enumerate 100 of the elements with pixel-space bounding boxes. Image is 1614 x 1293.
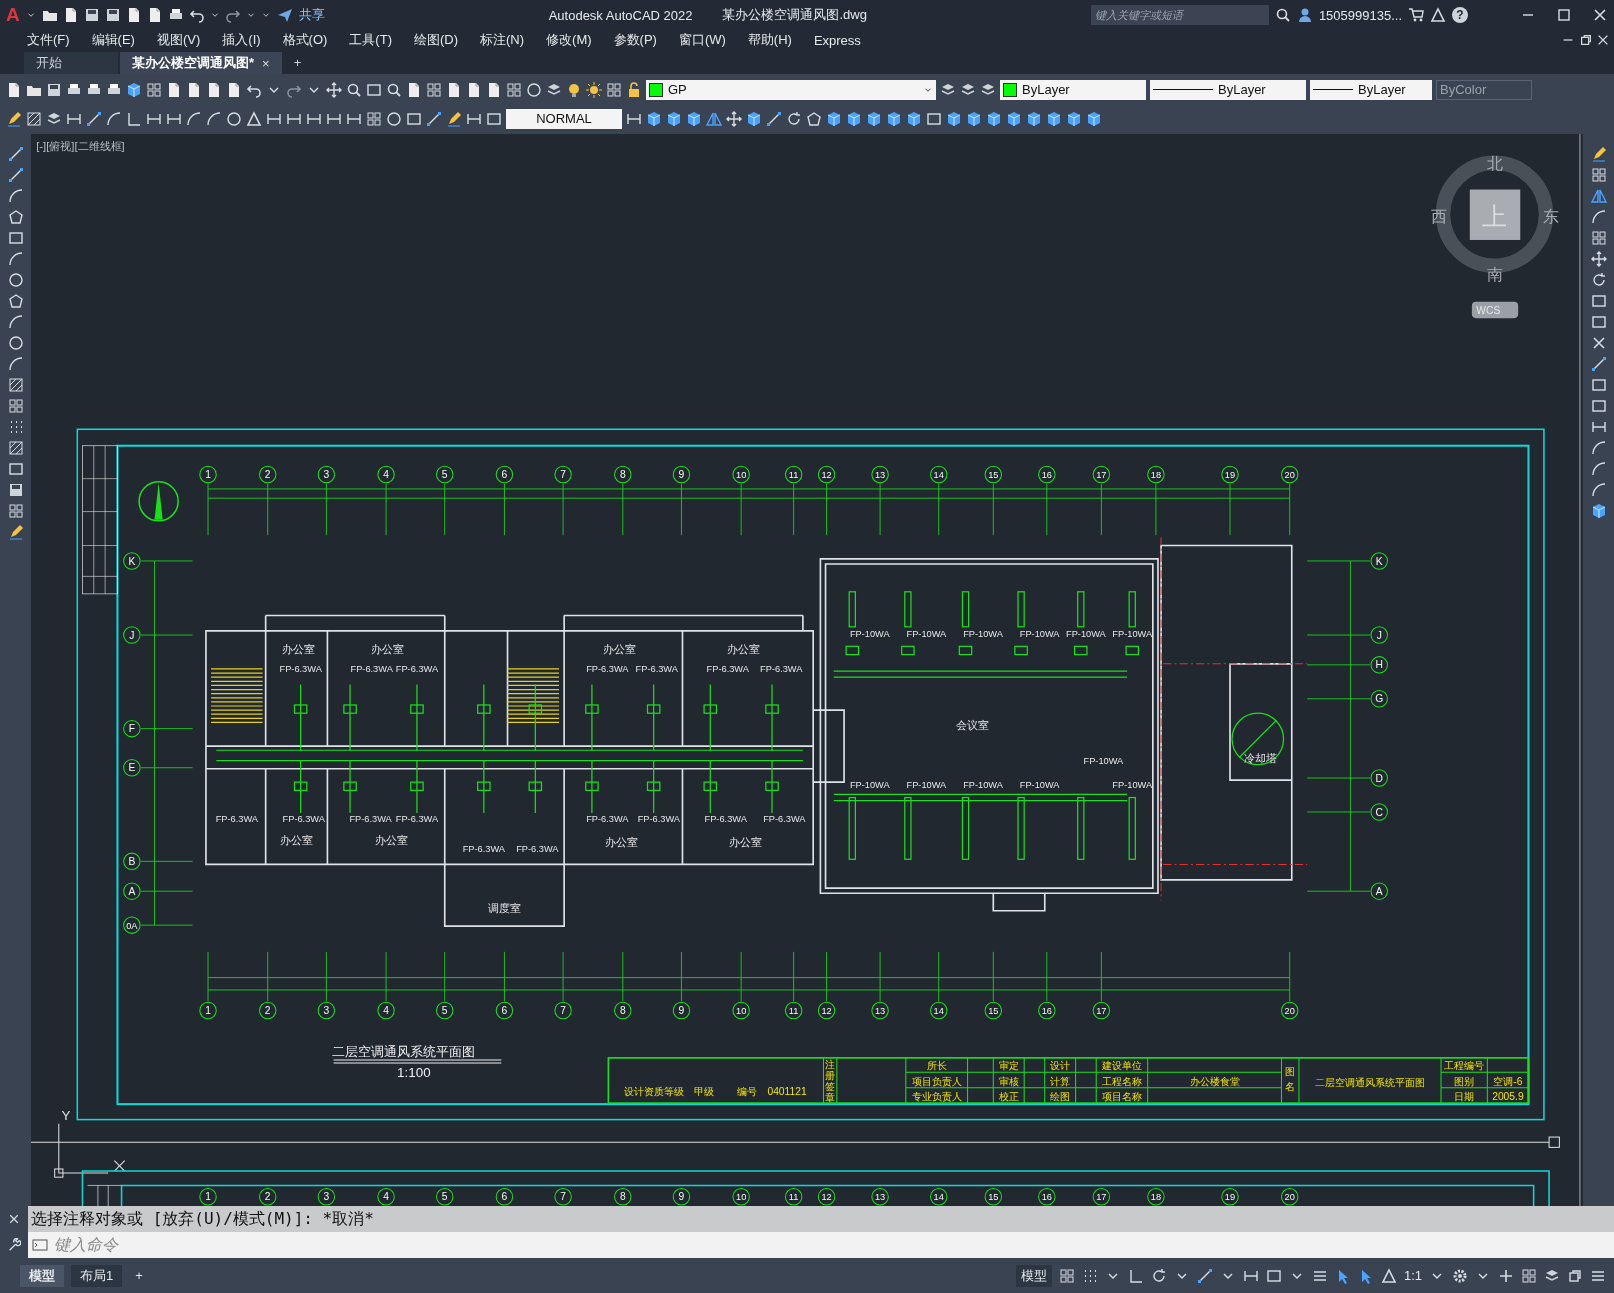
ortho-icon[interactable] [126, 110, 142, 127]
rect-icon[interactable] [7, 461, 24, 477]
layout-tab[interactable]: 布局1 [71, 1264, 123, 1287]
rect-icon[interactable] [1265, 1267, 1282, 1284]
pencil-icon[interactable] [7, 524, 24, 540]
model-space-button[interactable]: 模型 [1015, 1264, 1052, 1287]
rect-icon[interactable] [926, 110, 942, 127]
restore-icon[interactable] [1578, 33, 1593, 47]
doc-icon[interactable] [166, 81, 182, 98]
cube-icon[interactable] [966, 110, 982, 127]
layer-icon[interactable] [1544, 1267, 1560, 1284]
grid-icon[interactable] [7, 398, 24, 414]
cube-icon[interactable] [886, 110, 902, 127]
layer-icon[interactable] [546, 81, 562, 98]
grid-icon[interactable] [426, 81, 442, 98]
cube-icon[interactable] [126, 81, 142, 98]
rect-icon[interactable] [1590, 377, 1607, 393]
dim-icon[interactable] [1590, 419, 1607, 435]
cube-icon[interactable] [1590, 503, 1607, 519]
user-name[interactable]: 1505999135... [1318, 7, 1402, 23]
cube-icon[interactable] [866, 110, 882, 127]
triangle-icon[interactable] [1430, 7, 1446, 23]
circle-icon[interactable] [7, 272, 24, 288]
arc-icon[interactable] [1590, 482, 1607, 498]
search-icon[interactable] [386, 81, 402, 98]
grid-icon[interactable] [506, 81, 522, 98]
arc-icon[interactable] [7, 356, 24, 372]
arc-icon[interactable] [7, 188, 24, 204]
circle-icon[interactable] [526, 81, 542, 98]
doc-icon[interactable] [446, 81, 462, 98]
triangle-icon[interactable] [1380, 1267, 1397, 1284]
plus-icon[interactable] [1498, 1267, 1514, 1284]
close-icon[interactable] [1590, 335, 1607, 351]
menu-item[interactable]: 插入(I) [211, 31, 272, 49]
line-icon[interactable] [1590, 356, 1607, 372]
cube-icon[interactable] [1086, 110, 1102, 127]
hatch-icon[interactable] [7, 440, 24, 456]
cube-icon[interactable] [646, 110, 662, 127]
document-tab[interactable]: 某办公楼空调通风图* × [120, 52, 282, 74]
grid-icon[interactable] [146, 81, 162, 98]
cube-icon[interactable] [666, 110, 682, 127]
layer-dropdown[interactable]: GP [646, 79, 936, 100]
doc-icon[interactable] [466, 81, 482, 98]
circle-icon[interactable] [226, 110, 242, 127]
rect-icon[interactable] [486, 110, 502, 127]
triangle-icon[interactable] [246, 110, 262, 127]
user-icon[interactable] [1296, 7, 1313, 23]
arc-icon[interactable] [106, 110, 122, 127]
hatch-icon[interactable] [26, 110, 42, 127]
grid-icon[interactable] [1521, 1267, 1537, 1284]
linetype-dropdown[interactable]: ByLayer [1150, 79, 1306, 100]
menu-item[interactable]: 文件(F) [16, 31, 81, 49]
cube-icon[interactable] [986, 110, 1002, 127]
search-icon[interactable] [346, 81, 362, 98]
menu-item[interactable]: 编辑(E) [80, 31, 146, 49]
arc-icon[interactable] [7, 314, 24, 330]
sun-icon[interactable] [586, 81, 602, 98]
close-icon[interactable] [1592, 7, 1608, 23]
arc-icon[interactable] [206, 110, 222, 127]
menu-item[interactable]: 标注(N) [469, 31, 536, 49]
layer-icon[interactable] [980, 81, 996, 98]
line-icon[interactable] [86, 110, 102, 127]
rotate-icon[interactable] [1150, 1267, 1167, 1284]
line-icon[interactable] [7, 167, 24, 183]
grid-icon[interactable] [1590, 167, 1607, 183]
new-tab-button[interactable]: + [283, 54, 312, 70]
rect-icon[interactable] [1590, 398, 1607, 414]
share-button[interactable]: 共享 [298, 6, 325, 24]
grid-icon[interactable] [7, 503, 24, 519]
close-icon[interactable] [8, 1213, 20, 1225]
rect-icon[interactable] [366, 81, 382, 98]
layer-icon[interactable] [46, 110, 62, 127]
move-icon[interactable] [326, 81, 342, 98]
doc-icon[interactable] [206, 81, 222, 98]
bulb-icon[interactable] [566, 81, 582, 98]
plot-style-dropdown[interactable]: ByColor [1436, 79, 1532, 100]
cube-icon[interactable] [846, 110, 862, 127]
maximize-icon[interactable] [1556, 7, 1572, 23]
cart-icon[interactable] [1408, 7, 1424, 23]
grid-icon[interactable] [606, 81, 622, 98]
dimension-style-dropdown[interactable]: NORMAL [506, 108, 622, 129]
pencil-icon[interactable] [6, 110, 22, 127]
menu-item[interactable]: 视图(V) [145, 31, 212, 49]
color-dropdown[interactable]: ByLayer [1000, 79, 1146, 100]
layer-icon[interactable] [960, 81, 976, 98]
lineweight-dropdown[interactable]: ByLayer [1310, 79, 1432, 100]
doc-icon[interactable] [486, 81, 502, 98]
move-icon[interactable] [1590, 251, 1607, 267]
arc-icon[interactable] [1590, 440, 1607, 456]
polygon-icon[interactable] [806, 110, 822, 127]
doc-icon[interactable] [6, 81, 22, 98]
cube-icon[interactable] [826, 110, 842, 127]
arc-icon[interactable] [1590, 461, 1607, 477]
menu-item[interactable]: 绘图(D) [402, 31, 469, 49]
cube-icon[interactable] [1066, 110, 1082, 127]
save-icon[interactable] [104, 7, 121, 23]
pencil-icon[interactable] [446, 110, 462, 127]
cube-icon[interactable] [1026, 110, 1042, 127]
layer-icon[interactable] [940, 81, 956, 98]
lock-icon[interactable] [626, 81, 642, 98]
